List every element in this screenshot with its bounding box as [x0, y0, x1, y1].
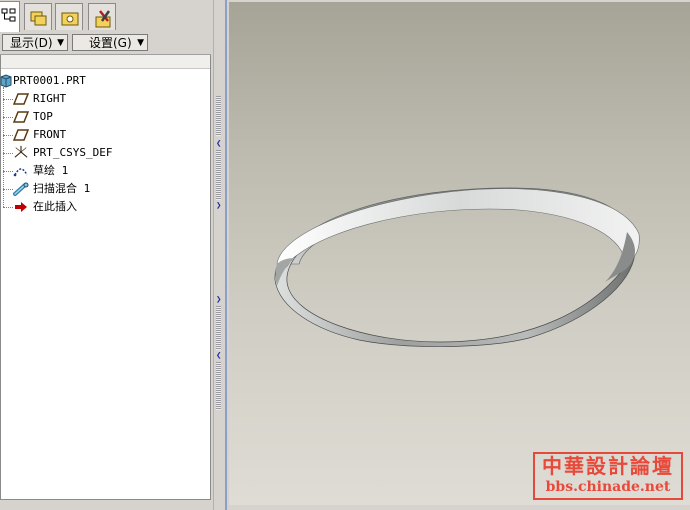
watermark-title: 中華設計論壇 [542, 454, 674, 478]
tree-item-label: PRT_CSYS_DEF [33, 146, 113, 159]
site-watermark: 中華設計論壇 bbs.chinade.net [533, 452, 683, 500]
tree-item-label: 在此插入 [33, 200, 77, 213]
chevron-down-icon: ▼ [57, 38, 64, 48]
tab-tools[interactable] [88, 3, 116, 30]
favorites-folder-icon [61, 12, 79, 26]
tab-folder-browser[interactable] [24, 3, 52, 30]
splitter-grip[interactable] [216, 362, 221, 410]
expand-right-arrow-icon[interactable]: ❯ [216, 202, 224, 211]
datum-plane-icon [13, 93, 29, 105]
model-tree: PRT0001.PRT RIGHT TOP FRONT PRT_CSYS_DEF… [0, 55, 211, 500]
tree-connector [3, 99, 13, 100]
settings-dropdown[interactable]: 设置(G) ▼ [72, 34, 148, 51]
tree-connector [3, 135, 13, 136]
tree-connector [3, 189, 13, 190]
expand-right-arrow-icon[interactable]: ❯ [216, 296, 224, 305]
tree-item-label: 草绘 1 [33, 164, 69, 177]
tree-item-label: FRONT [33, 128, 67, 141]
splitter-grip[interactable] [216, 96, 221, 136]
navigator-tabs [0, 0, 215, 32]
navigator-toolbar: 显示(D) ▼ 设置(G) ▼ [0, 32, 211, 55]
tab-model-tree[interactable] [0, 1, 20, 32]
tree-item-label: RIGHT [33, 92, 67, 105]
part-icon [0, 74, 12, 88]
settings-dropdown-label: 设置(G) [89, 36, 132, 50]
datum-plane-icon [13, 129, 29, 141]
model-tree-header [1, 55, 210, 69]
tab-favorites[interactable] [55, 3, 83, 30]
tree-connector [3, 171, 13, 172]
sketch-icon [13, 168, 28, 177]
tree-connector [3, 117, 13, 118]
swept-blend-icon [13, 182, 29, 196]
insert-here-arrow-icon [15, 202, 27, 212]
swept-blend-ring-model[interactable] [229, 2, 690, 505]
display-dropdown-label: 显示(D) [10, 36, 53, 50]
collapse-left-arrow-icon[interactable]: ❮ [216, 140, 224, 149]
splitter-grip[interactable] [216, 150, 221, 200]
tree-root-label: PRT0001.PRT [13, 74, 86, 87]
tree-connector [3, 207, 13, 208]
datum-plane-icon [13, 111, 29, 123]
collapse-left-arrow-icon[interactable]: ❮ [216, 352, 224, 361]
tools-icon [95, 10, 111, 28]
graphics-border [225, 0, 227, 510]
coordinate-system-icon [14, 145, 28, 158]
navigator-splitter[interactable] [213, 0, 230, 510]
folder-browser-icon [30, 11, 47, 26]
tree-item-label: TOP [33, 110, 53, 123]
display-dropdown[interactable]: 显示(D) ▼ [2, 34, 68, 51]
graphics-window[interactable]: 中華設計論壇 bbs.chinade.net [229, 2, 690, 505]
tree-item-label: 扫描混合 1 [33, 182, 91, 195]
tree-connector [3, 153, 13, 154]
model-tree-icon [1, 8, 16, 22]
splitter-grip[interactable] [216, 306, 221, 350]
chevron-down-icon: ▼ [137, 38, 144, 48]
watermark-url: bbs.chinade.net [545, 479, 671, 495]
